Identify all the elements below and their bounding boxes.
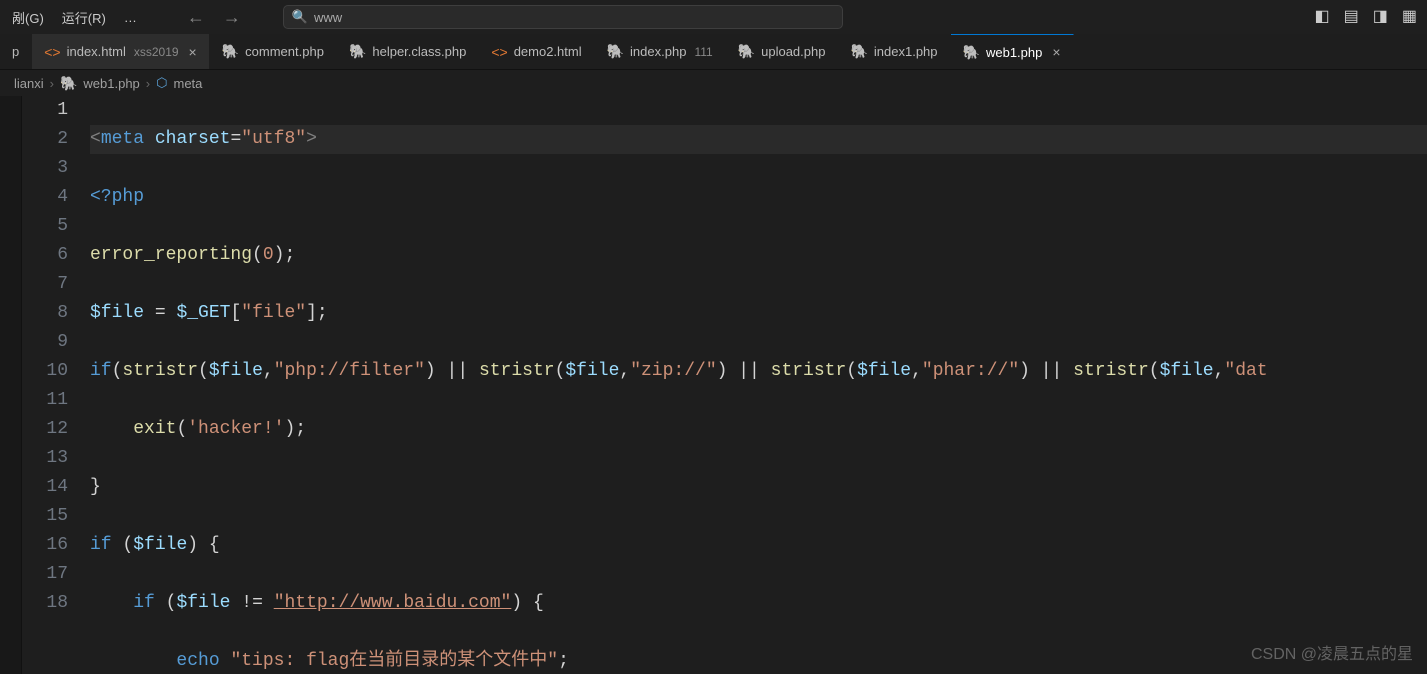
symbol-icon: ⬡ (156, 75, 167, 91)
tab-suffix: xss2019 (134, 45, 179, 59)
watermark: CSDN @凌晨五点的星 (1251, 640, 1413, 664)
tab-label: comment.php (245, 44, 324, 59)
tab-demo2-html[interactable]: <> demo2.html (479, 34, 594, 69)
code-editor[interactable]: 1 2 3 4 5 6 7 8 9 10 11 12 13 14 15 16 1… (22, 96, 1427, 674)
breadcrumb-file[interactable]: web1.php (83, 76, 139, 91)
tab-comment-php[interactable]: 🐘 comment.php (210, 34, 337, 69)
tab-suffix: 111 (694, 45, 712, 59)
toggle-secondary-sidebar-icon[interactable]: ◨ (1373, 6, 1388, 26)
code-content[interactable]: <meta charset="utf8"> <?php error_report… (90, 96, 1427, 674)
search-icon: 🔍 (292, 9, 308, 25)
tab-bar: p <> index.html xss2019 × 🐘 comment.php … (0, 34, 1427, 70)
chevron-right-icon: › (50, 76, 54, 91)
menu-more[interactable]: … (116, 6, 145, 29)
command-center[interactable]: 🔍 www (283, 5, 843, 29)
tab-index-php[interactable]: 🐘 index.php 111 (595, 34, 726, 69)
tab-label: helper.class.php (372, 44, 466, 59)
breadcrumb-folder[interactable]: lianxi (14, 76, 44, 91)
tab-label: index1.php (874, 44, 938, 59)
chevron-right-icon: › (146, 76, 150, 91)
nav-forward-icon[interactable]: → (223, 7, 241, 28)
tab-p[interactable]: p (0, 34, 32, 69)
html-icon: <> (44, 44, 60, 60)
menu-run[interactable]: 运行(R) (54, 4, 114, 31)
breadcrumb-symbol[interactable]: meta (174, 76, 203, 91)
tab-upload-php[interactable]: 🐘 upload.php (726, 34, 839, 69)
html-icon: <> (491, 44, 507, 60)
customize-layout-icon[interactable]: ▦ (1402, 6, 1417, 26)
tab-index1-php[interactable]: 🐘 index1.php (838, 34, 950, 69)
php-icon: 🐘 (738, 43, 755, 60)
tab-label: index.html (67, 44, 126, 59)
tab-label: web1.php (986, 45, 1042, 60)
menu-g[interactable]: 剐(G) (4, 4, 52, 31)
toggle-panel-icon[interactable]: ▤ (1344, 6, 1359, 26)
php-icon: 🐘 (60, 75, 77, 92)
tab-helper-class-php[interactable]: 🐘 helper.class.php (337, 34, 479, 69)
php-icon: 🐘 (963, 44, 980, 61)
php-icon: 🐘 (222, 43, 239, 60)
tab-label: p (12, 44, 19, 59)
nav-back-icon[interactable]: ← (187, 7, 205, 28)
close-icon[interactable]: × (1052, 44, 1060, 60)
php-icon: 🐘 (607, 43, 624, 60)
tab-label: demo2.html (514, 44, 582, 59)
tab-label: upload.php (761, 44, 825, 59)
php-icon: 🐘 (349, 43, 366, 60)
breadcrumb[interactable]: lianxi › 🐘 web1.php › ⬡ meta (0, 70, 1427, 96)
tab-index-html[interactable]: <> index.html xss2019 × (32, 34, 210, 69)
layout-controls: ◧ ▤ ◨ ▦ (1315, 6, 1418, 26)
search-value: www (314, 10, 342, 25)
tab-label: index.php (630, 44, 686, 59)
tab-web1-php[interactable]: 🐘 web1.php × (951, 34, 1074, 69)
php-icon: 🐘 (850, 43, 867, 60)
close-icon[interactable]: × (189, 44, 197, 60)
activity-bar (0, 96, 22, 674)
toggle-primary-sidebar-icon[interactable]: ◧ (1315, 6, 1330, 26)
line-number-gutter: 1 2 3 4 5 6 7 8 9 10 11 12 13 14 15 16 1… (22, 96, 90, 674)
menu-bar: 剐(G) 运行(R) … ← → 🔍 www ◧ ▤ ◨ ▦ (0, 0, 1427, 34)
